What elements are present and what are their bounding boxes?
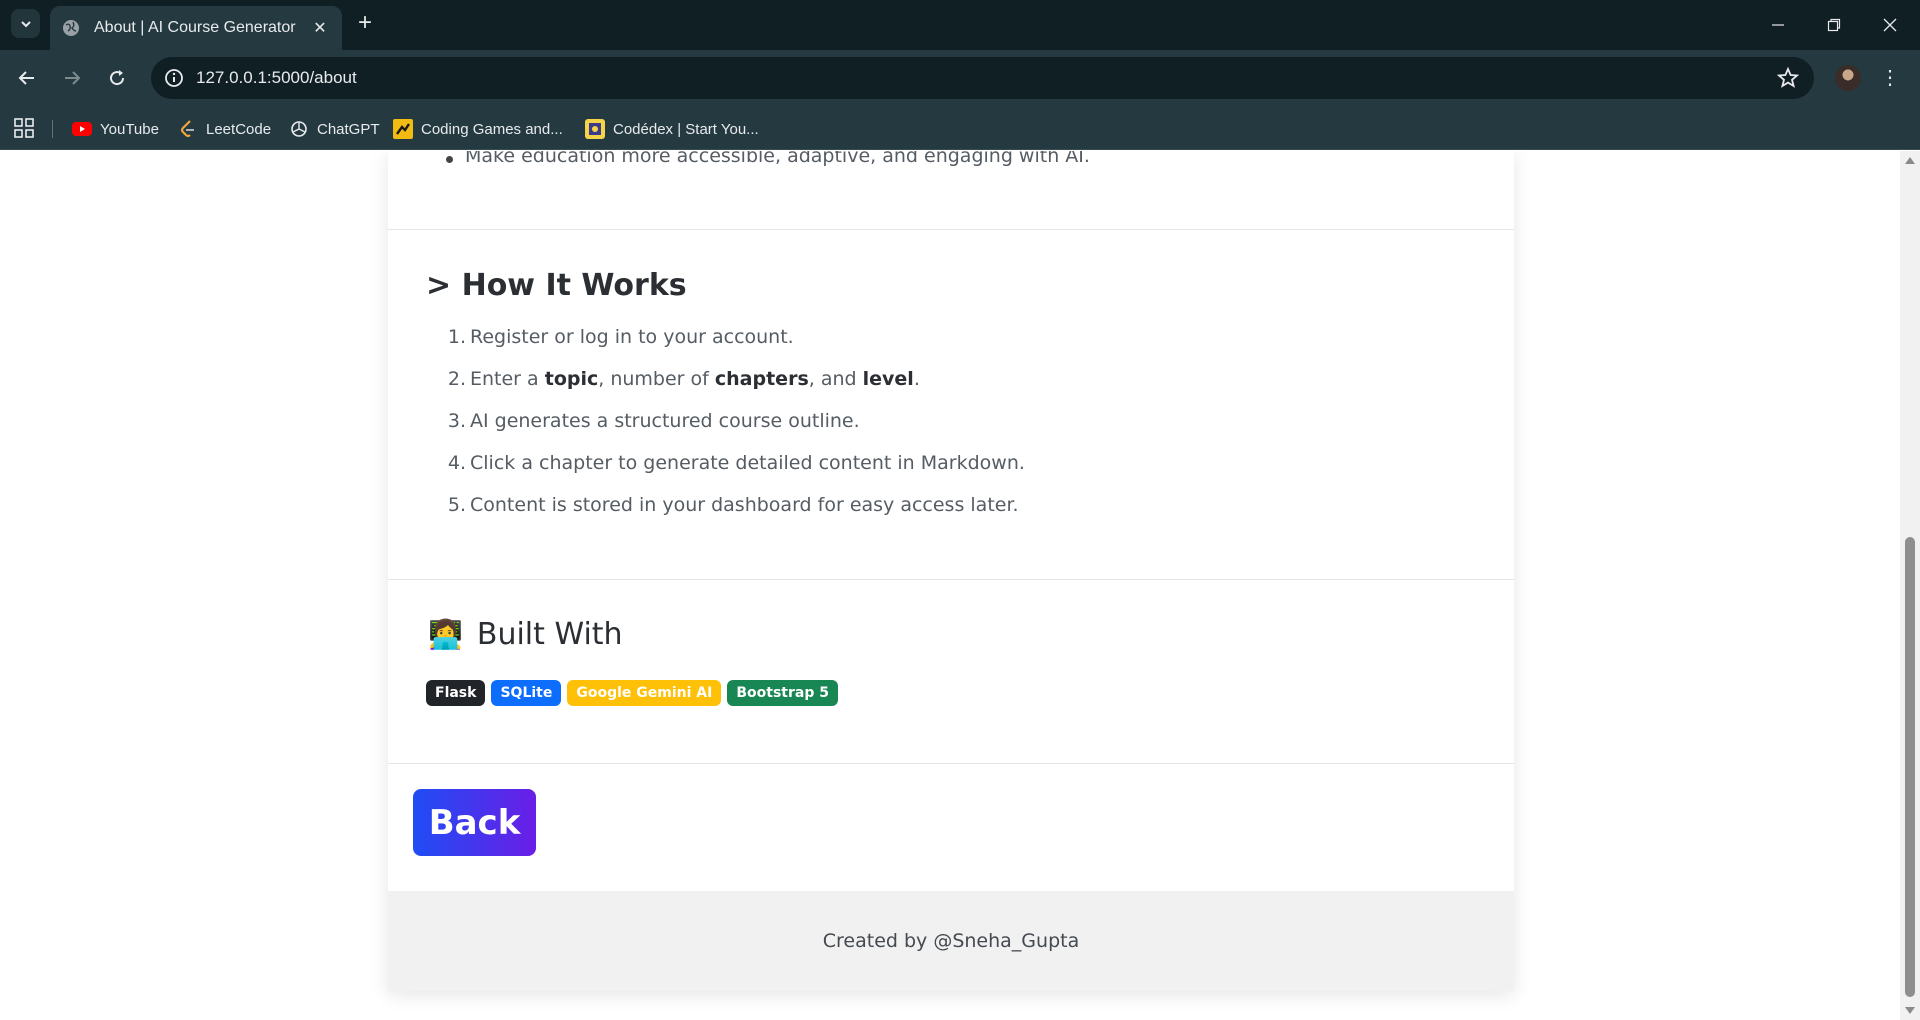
badge-bootstrap: Bootstrap 5 (727, 680, 838, 706)
reload-icon (110, 70, 125, 86)
bookmark-codingame[interactable]: Coding Games and... (393, 117, 563, 141)
badge-sqlite: SQLite (491, 680, 562, 706)
bookmark-label: ChatGPT (317, 120, 380, 138)
footer: Created by @Sneha_Gupta (388, 891, 1514, 991)
back-nav-button[interactable] (12, 63, 42, 93)
globe-icon (63, 20, 79, 36)
close-icon[interactable]: ✕ (310, 18, 330, 38)
browser-tab-active[interactable]: About | AI Course Generator ✕ (50, 6, 342, 50)
minimize-icon (1772, 24, 1784, 26)
more-menu-icon[interactable]: ⋮ (1880, 64, 1900, 92)
page-scrollbar[interactable] (1900, 151, 1920, 1020)
close-icon (1883, 18, 1897, 32)
section-divider (388, 229, 1514, 230)
bookmark-chatgpt[interactable]: ChatGPT (289, 117, 380, 141)
built-with-title: Built With (476, 617, 623, 652)
bookmark-youtube[interactable]: YouTube (72, 117, 159, 141)
bookmark-label: Coding Games and... (421, 120, 563, 138)
scroll-up-arrow-icon[interactable] (1905, 157, 1915, 164)
goal-text: Make education more accessible, adaptive… (465, 151, 1090, 167)
scrollbar-thumb[interactable] (1905, 537, 1915, 997)
step-item: 2. Enter a topic, number of chapters, and… (447, 368, 920, 390)
chatgpt-icon (289, 119, 309, 139)
window-close-button[interactable] (1862, 0, 1918, 50)
bookmark-codedex[interactable]: Codédex | Start You... (585, 117, 759, 141)
site-info-icon[interactable] (163, 67, 185, 89)
how-it-works-heading: > How It Works (426, 268, 687, 303)
reload-button[interactable] (102, 63, 132, 93)
bookmark-label: Codédex | Start You... (613, 120, 759, 138)
tech-badges: Flask SQLite Google Gemini AI Bootstrap … (426, 680, 838, 706)
section-divider (388, 579, 1514, 580)
step-item: 1. Register or log in to your account. (447, 326, 794, 348)
bookmark-label: LeetCode (206, 120, 272, 138)
browser-tab-bar: About | AI Course Generator ✕ + (0, 0, 1920, 50)
about-card: Make education more accessible, adaptive… (388, 151, 1514, 991)
footer-credit: Created by @Sneha_Gupta (822, 930, 1080, 952)
chevron-down-icon (20, 20, 31, 27)
browser-toolbar: 127.0.0.1:5000/about ⋮ (0, 50, 1920, 108)
restore-icon (1827, 18, 1841, 32)
codedex-icon (585, 119, 605, 139)
restore-button[interactable] (1806, 0, 1862, 50)
bullet-dot (446, 156, 453, 163)
badge-gemini: Google Gemini AI (567, 680, 722, 706)
bookmarks-bar: YouTube LeetCode ChatGPT Coding Games an… (0, 108, 1920, 150)
step-item: 3. AI generates a structured course outli… (447, 410, 860, 432)
scroll-down-arrow-icon[interactable] (1905, 1007, 1915, 1014)
address-bar[interactable]: 127.0.0.1:5000/about (151, 57, 1814, 99)
built-with-heading: 👩‍💻 Built With (428, 617, 623, 652)
badge-flask: Flask (426, 680, 486, 706)
section-divider (388, 763, 1514, 764)
codingame-icon (393, 119, 413, 139)
technologist-emoji: 👩‍💻 (428, 619, 463, 650)
forward-nav-button[interactable] (57, 63, 87, 93)
step-item: 5. Content is stored in your dashboard fo… (447, 494, 1019, 516)
leetcode-icon (178, 119, 198, 139)
profile-avatar[interactable] (1835, 65, 1861, 91)
apps-grid-icon[interactable] (14, 118, 34, 138)
page-viewport: Make education more accessible, adaptive… (0, 151, 1900, 1020)
tab-title: About | AI Course Generator (94, 19, 296, 36)
new-tab-button[interactable]: + (352, 11, 378, 37)
youtube-icon (72, 119, 92, 139)
arrow-left-icon (18, 71, 34, 85)
back-button[interactable]: Back (413, 789, 536, 856)
arrow-right-icon (65, 71, 81, 85)
bookmark-leetcode[interactable]: LeetCode (178, 117, 271, 141)
tab-search-button[interactable] (11, 9, 40, 38)
bookmarks-separator (52, 120, 53, 138)
minimize-button[interactable] (1750, 0, 1806, 50)
url-text: 127.0.0.1:5000/about (196, 68, 357, 87)
step-item: 4. Click a chapter to generate detailed c… (447, 452, 1025, 474)
bookmark-label: YouTube (100, 120, 159, 138)
bookmark-star-icon[interactable] (1776, 66, 1800, 90)
